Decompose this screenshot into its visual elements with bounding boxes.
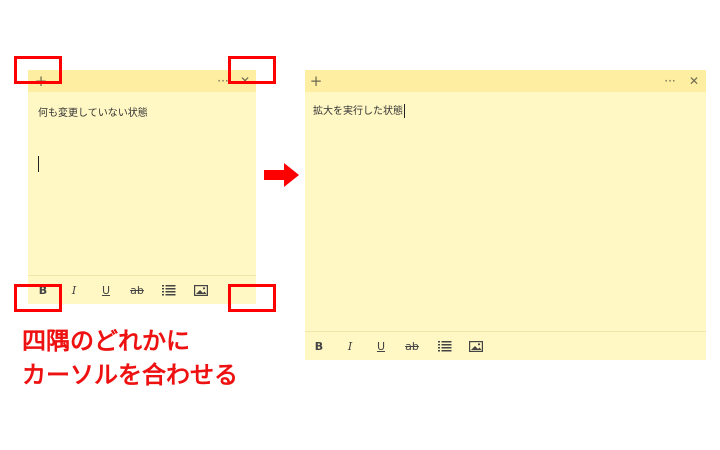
bullet-list-button[interactable] — [433, 332, 457, 360]
text-cursor — [404, 104, 405, 118]
right-arrow-icon — [264, 163, 299, 187]
caption-line-1: 四隅のどれかに — [22, 327, 190, 355]
caption-line-2: カーソルを合わせる — [22, 361, 238, 389]
close-button[interactable]: ✕ — [683, 70, 705, 92]
bullet-list-button[interactable] — [157, 276, 181, 304]
plus-icon: + — [309, 72, 323, 90]
underline-icon: U — [376, 339, 386, 353]
list-icon — [162, 284, 176, 295]
bold-button[interactable]: B — [307, 332, 331, 360]
strikethrough-button[interactable]: ab — [125, 276, 149, 304]
insert-image-button[interactable] — [464, 332, 488, 360]
left-note-titlebar[interactable]: + ··· ✕ — [28, 70, 256, 92]
close-icon: ✕ — [688, 74, 700, 88]
underline-icon: U — [101, 283, 111, 297]
right-note-text: 拡大を実行した状態 — [313, 104, 405, 118]
left-note-format-toolbar: B I U ab — [28, 275, 256, 304]
image-icon — [469, 340, 483, 352]
right-note-text-area[interactable]: 拡大を実行した状態 — [305, 92, 706, 332]
instruction-caption: 四隅のどれかに カーソルを合わせる — [22, 324, 238, 392]
top-left-corner-highlight — [14, 56, 62, 84]
left-note-text-area[interactable]: 何も変更していない状態 — [28, 92, 256, 276]
menu-button[interactable]: ··· — [659, 70, 681, 92]
underline-button[interactable]: U — [369, 332, 393, 360]
underline-button[interactable]: U — [94, 276, 118, 304]
right-note-format-toolbar: B I U ab — [305, 331, 706, 360]
left-sticky-note: + ··· ✕ 何も変更していない状態 B I U ab — [28, 70, 256, 304]
italic-icon: I — [71, 283, 77, 297]
italic-button[interactable]: I — [62, 276, 86, 304]
left-note-text: 何も変更していない状態 — [38, 108, 148, 119]
insert-image-button[interactable] — [189, 276, 213, 304]
ellipsis-icon: ··· — [664, 74, 676, 88]
add-note-button[interactable]: + — [305, 70, 327, 92]
top-right-corner-highlight — [228, 56, 276, 84]
image-icon — [194, 284, 208, 296]
right-sticky-note: + ··· ✕ 拡大を実行した状態 B I U ab — [305, 70, 706, 360]
strikethrough-icon: ab — [130, 283, 144, 297]
bottom-left-corner-highlight — [14, 284, 62, 312]
bottom-right-corner-highlight — [228, 284, 276, 312]
list-icon — [438, 340, 452, 351]
ellipsis-icon: ··· — [217, 74, 229, 88]
right-note-titlebar[interactable]: + ··· ✕ — [305, 70, 706, 92]
italic-button[interactable]: I — [338, 332, 362, 360]
bold-icon: B — [314, 339, 324, 353]
italic-icon: I — [347, 339, 353, 353]
text-cursor — [38, 156, 39, 172]
strikethrough-button[interactable]: ab — [400, 332, 424, 360]
strikethrough-icon: ab — [405, 339, 419, 353]
